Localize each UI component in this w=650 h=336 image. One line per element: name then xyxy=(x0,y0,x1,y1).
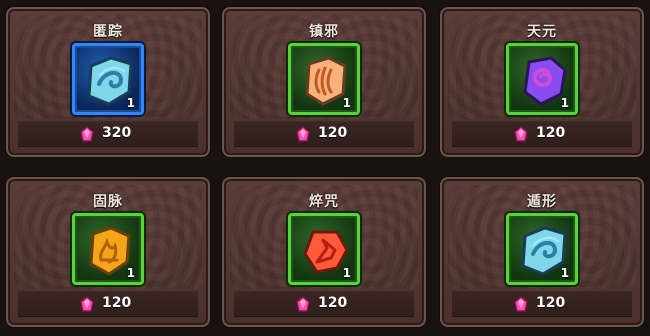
shop-grid: 匿踪 1 320 镇邪 1 120 天元 1 120 固脉 1 120 焠咒 1… xyxy=(0,0,650,336)
item-name: 匿踪 xyxy=(93,24,123,40)
item-count: 1 xyxy=(126,266,135,280)
shop-item-card[interactable]: 遁形 1 120 xyxy=(440,177,644,327)
shop-item-card[interactable]: 固脉 1 120 xyxy=(6,177,210,327)
item-price: 120 xyxy=(536,295,566,311)
pink-gem-icon xyxy=(512,296,530,314)
item-price: 120 xyxy=(102,295,132,311)
pink-gem-icon xyxy=(78,126,96,144)
price-bar: 320 xyxy=(18,121,198,147)
price-bar: 120 xyxy=(234,121,414,147)
price-bar: 120 xyxy=(452,121,632,147)
shop-item-card[interactable]: 焠咒 1 120 xyxy=(222,177,426,327)
item-name: 天元 xyxy=(527,24,557,40)
shop-item-card[interactable]: 镇邪 1 120 xyxy=(222,7,426,157)
item-count: 1 xyxy=(126,96,135,110)
shop-item-card[interactable]: 天元 1 120 xyxy=(440,7,644,157)
item-icon-frame[interactable]: 1 xyxy=(72,43,144,115)
price-bar: 120 xyxy=(452,291,632,317)
item-count: 1 xyxy=(342,96,351,110)
item-icon-frame[interactable]: 1 xyxy=(72,213,144,285)
price-bar: 120 xyxy=(18,291,198,317)
item-count: 1 xyxy=(560,96,569,110)
item-icon-frame[interactable]: 1 xyxy=(506,213,578,285)
item-count: 1 xyxy=(560,266,569,280)
item-name: 焠咒 xyxy=(309,194,339,210)
pink-gem-icon xyxy=(294,296,312,314)
pink-gem-icon xyxy=(512,126,530,144)
item-price: 120 xyxy=(318,125,348,141)
shop-item-card[interactable]: 匿踪 1 320 xyxy=(6,7,210,157)
item-icon-frame[interactable]: 1 xyxy=(288,43,360,115)
item-name: 镇邪 xyxy=(309,24,339,40)
item-price: 120 xyxy=(318,295,348,311)
item-name: 遁形 xyxy=(527,194,557,210)
pink-gem-icon xyxy=(294,126,312,144)
item-count: 1 xyxy=(342,266,351,280)
price-bar: 120 xyxy=(234,291,414,317)
item-icon-frame[interactable]: 1 xyxy=(506,43,578,115)
item-name: 固脉 xyxy=(93,194,123,210)
item-icon-frame[interactable]: 1 xyxy=(288,213,360,285)
pink-gem-icon xyxy=(78,296,96,314)
item-price: 320 xyxy=(102,125,132,141)
item-price: 120 xyxy=(536,125,566,141)
